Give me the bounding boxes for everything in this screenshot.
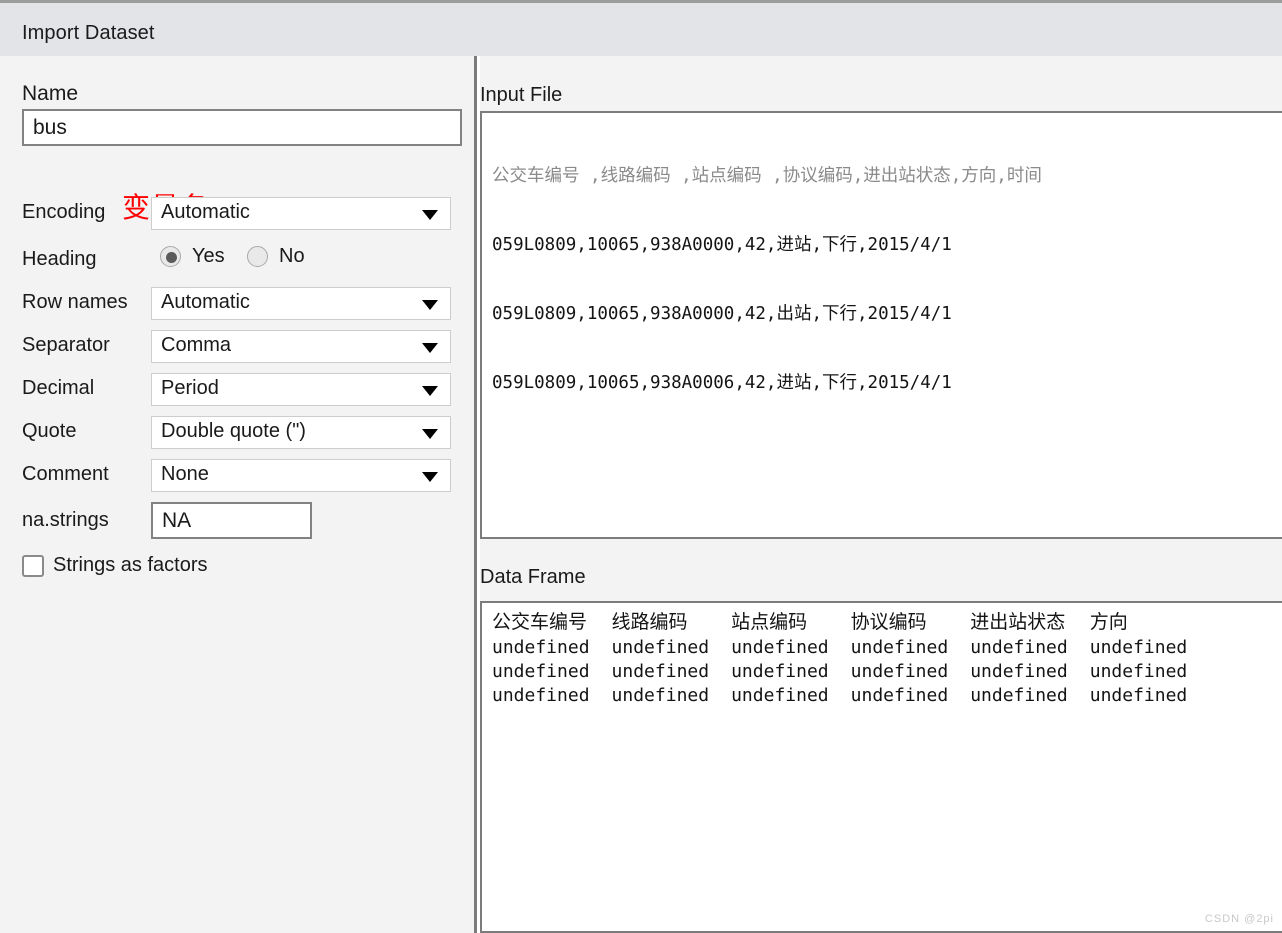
- table-column-header: 公交车编号: [492, 611, 588, 633]
- data-frame-table: 公交车编号 线路编码 站点编码 协议编码 进出站状态 方向 undefined …: [492, 609, 1209, 708]
- heading-label: Heading: [22, 248, 97, 270]
- heading-radio-no[interactable]: No: [247, 245, 305, 268]
- checkbox-unchecked-icon: [22, 554, 44, 577]
- rownames-value: Automatic: [161, 291, 250, 313]
- chevron-down-icon: [422, 472, 438, 482]
- table-cell: undefined: [1089, 637, 1188, 658]
- input-file-title: Input File: [480, 84, 563, 106]
- table-column-header: 进出站状态: [970, 611, 1066, 633]
- table-cell: undefined: [1089, 661, 1188, 682]
- chevron-down-icon: [422, 300, 438, 310]
- table-cell: undefined: [492, 637, 590, 658]
- input-file-line: 059L0809,10065,938A0000,42,出站,下行,2015/4/…: [492, 304, 952, 324]
- table-cell: undefined: [850, 661, 949, 682]
- table-cell: undefined: [850, 637, 949, 658]
- input-file-line: 059L0809,10065,938A0006,42,进站,下行,2015/4/…: [492, 373, 952, 393]
- data-frame-title: Data Frame: [480, 566, 586, 588]
- table-cell: undefined: [611, 637, 710, 658]
- table-cell: undefined: [611, 685, 710, 706]
- table-cell: undefined: [492, 661, 590, 682]
- quote-label: Quote: [22, 420, 77, 442]
- table-row: undefined undefined undefined undefined …: [492, 660, 1209, 684]
- chevron-down-icon: [422, 210, 438, 220]
- strings-as-factors-checkbox[interactable]: Strings as factors: [22, 554, 208, 577]
- table-cell: undefined: [970, 661, 1068, 682]
- comment-label: Comment: [22, 463, 109, 485]
- encoding-select[interactable]: Automatic: [151, 197, 451, 230]
- decimal-select[interactable]: Period: [151, 373, 451, 406]
- decimal-value: Period: [161, 377, 219, 399]
- table-cell: undefined: [611, 661, 710, 682]
- rownames-select[interactable]: Automatic: [151, 287, 451, 320]
- chevron-down-icon: [422, 429, 438, 439]
- table-row: undefined undefined undefined undefined …: [492, 636, 1209, 660]
- name-input[interactable]: [22, 109, 462, 146]
- strings-as-factors-label: Strings as factors: [53, 554, 208, 576]
- options-panel: Name 变量名 Encoding Automatic Heading Yes …: [0, 56, 477, 933]
- table-row: undefined undefined undefined undefined …: [492, 684, 1209, 708]
- comment-value: None: [161, 463, 209, 485]
- input-file-text: 公交车编号 ,线路编码 ,站点编码 ,协议编码,进出站状态,方向,时间 059L…: [492, 119, 1042, 441]
- quote-select[interactable]: Double quote ("): [151, 416, 451, 449]
- heading-radio-yes[interactable]: Yes: [160, 245, 225, 268]
- input-file-line: 059L0809,10065,938A0000,42,进站,下行,2015/4/…: [492, 235, 952, 255]
- encoding-value: Automatic: [161, 201, 250, 223]
- watermark: CSDN @2pi: [1204, 913, 1274, 925]
- window-titlebar: Import Dataset: [0, 0, 1282, 56]
- decimal-label: Decimal: [22, 377, 95, 399]
- input-file-header-line: 公交车编号 ,线路编码 ,站点编码 ,协议编码,进出站状态,方向,时间: [492, 166, 1042, 186]
- table-cell: undefined: [1089, 685, 1188, 706]
- separator-label: Separator: [22, 334, 110, 356]
- heading-radio-no-label: No: [279, 245, 305, 267]
- comment-select[interactable]: None: [151, 459, 451, 492]
- heading-radio-yes-label: Yes: [192, 245, 225, 267]
- rownames-label: Row names: [22, 291, 128, 313]
- nastrings-label: na.strings: [22, 509, 109, 531]
- table-column-header: 站点编码: [731, 611, 808, 633]
- window-title: Import Dataset: [22, 22, 155, 44]
- table-header-row: 公交车编号 线路编码 站点编码 协议编码 进出站状态 方向: [492, 609, 1209, 636]
- separator-value: Comma: [161, 334, 232, 356]
- name-label: Name: [22, 82, 79, 105]
- nastrings-input[interactable]: [151, 502, 312, 539]
- table-cell: undefined: [850, 685, 949, 706]
- import-dataset-window: Import Dataset Name 变量名 Encoding Automat…: [0, 0, 1282, 933]
- separator-select[interactable]: Comma: [151, 330, 451, 363]
- table-cell: undefined: [731, 661, 829, 682]
- quote-value: Double quote ("): [161, 420, 306, 442]
- table-column-header: 方向: [1089, 611, 1128, 633]
- table-column-header: 协议编码: [850, 611, 927, 633]
- table-cell: undefined: [731, 685, 829, 706]
- table-cell: undefined: [492, 685, 590, 706]
- input-file-preview[interactable]: 公交车编号 ,线路编码 ,站点编码 ,协议编码,进出站状态,方向,时间 059L…: [480, 111, 1282, 539]
- table-cell: undefined: [731, 637, 829, 658]
- chevron-down-icon: [422, 386, 438, 396]
- encoding-label: Encoding: [22, 201, 106, 223]
- radio-unselected-icon: [247, 246, 268, 267]
- table-cell: undefined: [970, 637, 1068, 658]
- data-frame-preview[interactable]: 公交车编号 线路编码 站点编码 协议编码 进出站状态 方向 undefined …: [480, 601, 1282, 933]
- chevron-down-icon: [422, 343, 438, 353]
- table-cell: undefined: [970, 685, 1068, 706]
- preview-panel: Input File 公交车编号 ,线路编码 ,站点编码 ,协议编码,进出站状态…: [480, 56, 1282, 933]
- radio-selected-icon: [160, 246, 181, 267]
- table-column-header: 线路编码: [611, 611, 688, 633]
